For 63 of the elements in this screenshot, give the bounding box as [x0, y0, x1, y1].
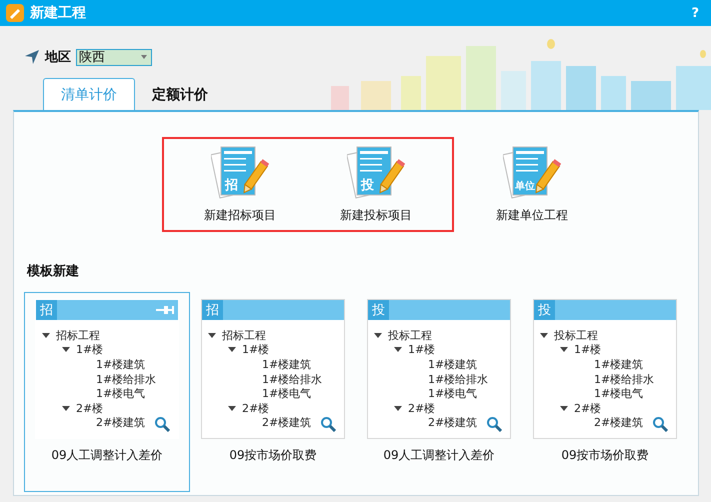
search-icon[interactable] [320, 416, 336, 432]
tree-item[interactable]: 1#楼电气 [262, 386, 312, 402]
collapse-arrow-icon[interactable] [62, 347, 70, 352]
tree-item[interactable]: 2#楼 [408, 400, 436, 416]
tree-item[interactable]: 1#楼给排水 [262, 372, 322, 387]
collapse-arrow-icon[interactable] [540, 332, 548, 338]
new-project-button[interactable]: 单位 新建单位工程 [464, 144, 600, 224]
template-card[interactable]: 招 招标工程 1#楼 1#楼建筑 1#楼给排水 1#楼电气 2#楼 2#楼建筑 09人工调整计入差价 [24, 292, 190, 492]
tree-item[interactable]: 1#楼建筑 [428, 356, 478, 372]
tree-item[interactable]: 2#楼建筑 [428, 415, 478, 430]
tree-item[interactable]: 1#楼建筑 [594, 356, 644, 372]
tree-item[interactable]: 1#楼 [76, 342, 104, 358]
app-icon [6, 4, 24, 22]
template-caption: 09按市场价取费 [561, 447, 649, 464]
tree-item[interactable]: 2#楼 [76, 400, 104, 416]
tree-item[interactable]: 投标工程 [388, 328, 432, 343]
window-title: 新建工程 [30, 4, 87, 22]
template-badge: 投 [368, 300, 389, 320]
tree-item[interactable]: 2#楼 [242, 400, 270, 416]
tree-item[interactable]: 1#楼建筑 [262, 356, 312, 372]
collapse-arrow-icon[interactable] [394, 406, 402, 411]
collapse-arrow-icon[interactable] [228, 347, 236, 352]
tab[interactable]: 定额计价 [135, 78, 225, 110]
template-badge: 招 [202, 300, 223, 320]
tree-item[interactable]: 2#楼建筑 [594, 415, 644, 430]
tree-item[interactable]: 投标工程 [554, 328, 598, 343]
search-icon[interactable] [486, 416, 502, 432]
region-label: 地区 [45, 49, 71, 66]
tree-item[interactable]: 2#楼建筑 [96, 415, 146, 430]
collapse-arrow-icon[interactable] [42, 332, 50, 338]
tree-item[interactable]: 1#楼 [574, 342, 602, 358]
template-caption: 09按市场价取费 [229, 447, 317, 464]
template-caption: 09人工调整计入差价 [51, 447, 163, 464]
collapse-arrow-icon[interactable] [374, 332, 382, 338]
new-project-button[interactable]: 投 新建投标项目 [308, 144, 444, 224]
tree-item[interactable]: 1#楼建筑 [96, 356, 146, 372]
template-badge: 投 [534, 300, 555, 320]
section-heading: 模板新建 [27, 262, 80, 280]
template-caption: 09人工调整计入差价 [383, 447, 495, 464]
tree-item[interactable]: 1#楼电气 [428, 386, 478, 402]
collapse-arrow-icon[interactable] [560, 406, 568, 411]
tree-item[interactable]: 招标工程 [222, 328, 266, 343]
location-arrow-icon [24, 49, 40, 65]
region-dropdown[interactable]: 陕西 [76, 48, 152, 66]
search-icon[interactable] [652, 416, 668, 432]
template-badge: 招 [36, 300, 57, 320]
search-icon[interactable] [154, 416, 170, 432]
collapse-arrow-icon[interactable] [208, 332, 216, 338]
collapse-arrow-icon[interactable] [228, 406, 236, 411]
tree-item[interactable]: 1#楼电气 [594, 386, 644, 402]
new-project-button[interactable]: 招 新建招标项目 [172, 144, 308, 224]
tree-item[interactable]: 1#楼给排水 [594, 372, 654, 387]
tree-item[interactable]: 1#楼 [408, 342, 436, 358]
tree-item[interactable]: 2#楼 [574, 400, 602, 416]
tree-item[interactable]: 1#楼给排水 [96, 372, 156, 387]
tree-item[interactable]: 招标工程 [56, 328, 100, 343]
tree-item[interactable]: 1#楼给排水 [428, 372, 488, 387]
collapse-arrow-icon[interactable] [62, 406, 70, 411]
tree-item[interactable]: 2#楼建筑 [262, 415, 312, 430]
tree-item[interactable]: 1#楼 [242, 342, 270, 358]
collapse-arrow-icon[interactable] [560, 347, 568, 352]
tree-item[interactable]: 1#楼电气 [96, 386, 146, 402]
collapse-arrow-icon[interactable] [394, 347, 402, 352]
